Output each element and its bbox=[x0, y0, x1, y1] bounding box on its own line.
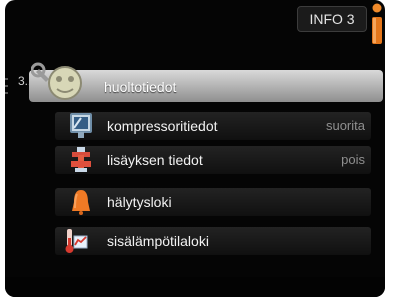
display-screen: INFO 3 3.1 huoltotiedot kompressoritiedo… bbox=[5, 0, 385, 297]
menu-item-halytysloki[interactable]: hälytysloki bbox=[55, 188, 371, 216]
menu-item-label: kompressoritiedot bbox=[107, 118, 218, 134]
left-scroll-mark bbox=[5, 78, 9, 110]
menu-item-kompressoritiedot[interactable]: kompressoritiedot suorita bbox=[55, 112, 371, 140]
compressor-icon bbox=[70, 113, 92, 138]
menu-item-label: lisäyksen tiedot bbox=[107, 152, 203, 168]
menu-item-value: pois bbox=[341, 152, 365, 167]
indoor-temp-log-icon bbox=[65, 229, 88, 253]
additional-heat-icon bbox=[71, 147, 91, 172]
menu-item-huoltotiedot[interactable]: huoltotiedot bbox=[29, 62, 383, 102]
menu-item-sisalampotilaloki[interactable]: sisälämpötilaloki bbox=[55, 227, 371, 255]
bottom-bar bbox=[5, 277, 385, 297]
alarm-bell-icon bbox=[72, 190, 90, 215]
service-wrench-icon bbox=[31, 62, 82, 100]
menu-item-label: sisälämpötilaloki bbox=[107, 233, 209, 249]
info-tab[interactable]: INFO 3 bbox=[297, 6, 367, 32]
menu-item-value: suorita bbox=[325, 118, 365, 133]
menu-item-label: huoltotiedot bbox=[104, 79, 177, 95]
menu-item-label: hälytysloki bbox=[107, 194, 172, 210]
menu-item-lisayksen-tiedot[interactable]: lisäyksen tiedot pois bbox=[55, 146, 371, 174]
info-i-icon bbox=[372, 3, 382, 44]
